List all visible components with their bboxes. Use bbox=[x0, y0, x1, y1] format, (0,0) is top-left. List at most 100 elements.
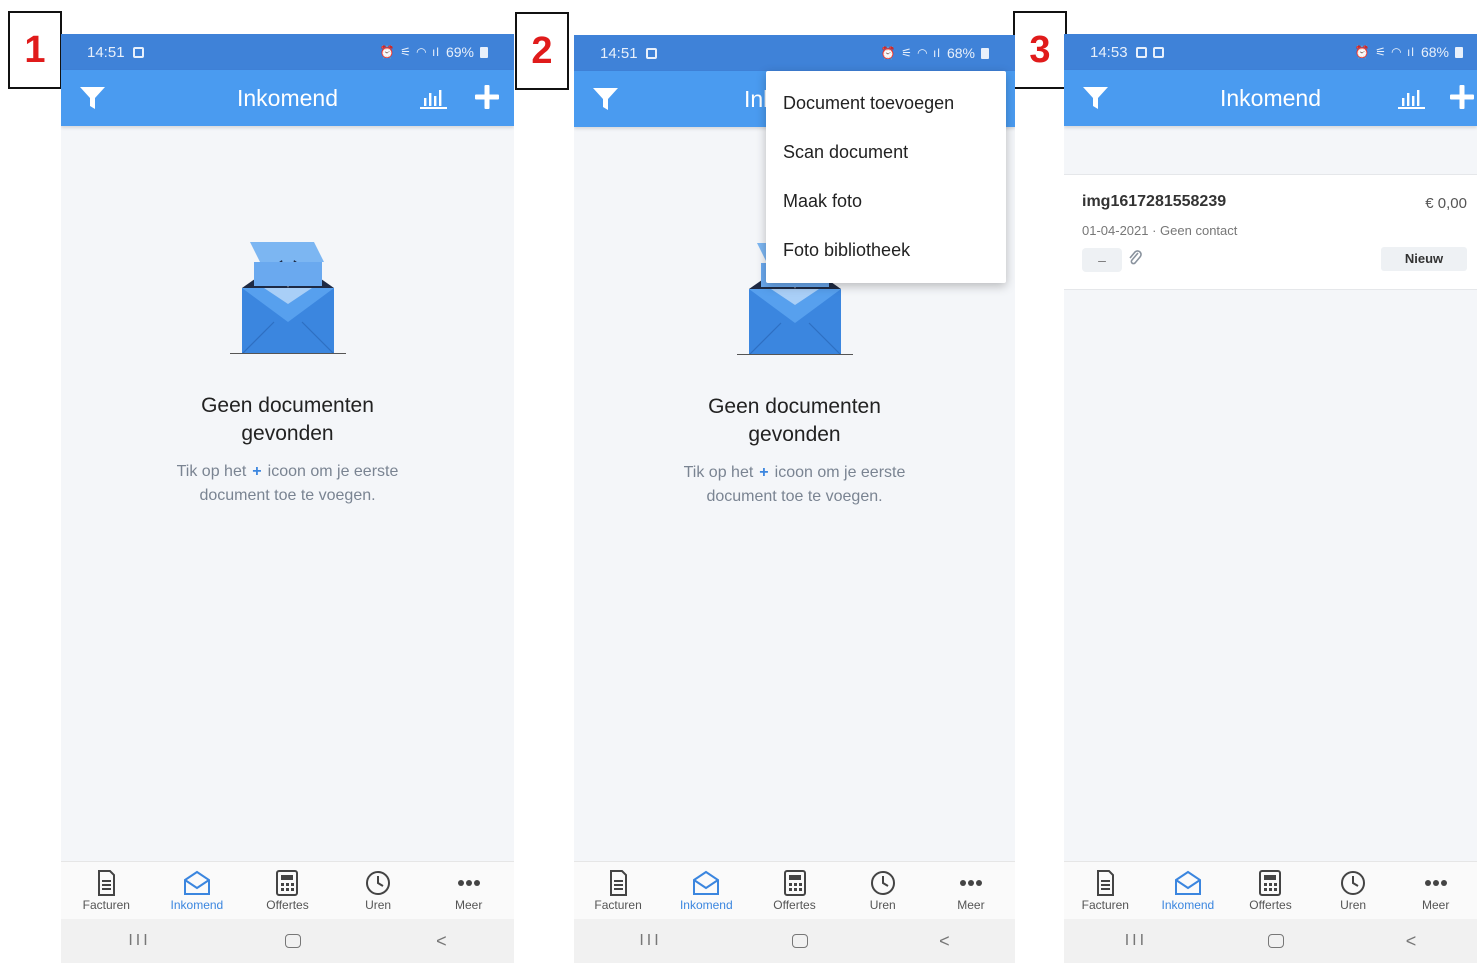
phone-screen-1: 14:51 ⏰ ⚟ ◠ ıl 69% Inkomend Geen documen… bbox=[61, 34, 514, 963]
tab-inkomend[interactable]: Inkomend bbox=[152, 862, 243, 919]
tab-label: Uren bbox=[869, 897, 896, 912]
status-badge: Nieuw bbox=[1381, 247, 1467, 271]
category-chip[interactable]: – bbox=[1082, 248, 1122, 272]
tab-uren[interactable]: Uren bbox=[839, 862, 927, 919]
app-bar: Inkomend bbox=[1064, 70, 1477, 126]
tab-facturen[interactable]: Facturen bbox=[574, 862, 662, 919]
empty-heading-line1: Geen documenten bbox=[708, 395, 881, 418]
system-icons: ⏰ ⚟ ◠ ıl bbox=[379, 45, 440, 59]
hint-line2: document toe te voegen. bbox=[706, 488, 883, 505]
status-time: 14:51 bbox=[600, 44, 638, 62]
invoice-icon bbox=[98, 869, 116, 896]
recents-button[interactable]: III bbox=[128, 932, 150, 950]
system-icons: ⏰ ⚟ ◠ ıl bbox=[880, 46, 941, 60]
step-badge-2: 2 bbox=[515, 12, 569, 90]
battery-level: 68% bbox=[946, 45, 975, 61]
back-button[interactable]: < bbox=[1406, 931, 1417, 952]
tab-meer[interactable]: Meer bbox=[1394, 862, 1477, 919]
app-bar: Inkomend bbox=[61, 70, 514, 126]
tab-label: Offertes bbox=[266, 897, 309, 912]
battery-level: 68% bbox=[1420, 44, 1449, 60]
hint-text: icoon om je eerste bbox=[267, 463, 399, 480]
tab-facturen[interactable]: Facturen bbox=[1064, 862, 1147, 919]
system-nav-bar: III < bbox=[61, 919, 514, 963]
tab-offertes[interactable]: Offertes bbox=[750, 862, 838, 919]
menu-item-document-toevoegen[interactable]: Document toevoegen bbox=[766, 79, 1006, 128]
status-time: 14:53 bbox=[1090, 43, 1128, 61]
document-list-item[interactable]: img1617281558239 € 0,00 01-04-2021 · Gee… bbox=[1064, 174, 1477, 290]
menu-item-maak-foto[interactable]: Maak foto bbox=[766, 177, 1006, 226]
phone-screen-2: 14:51 ⏰ ⚟ ◠ ıl 68% Inkomend Geen documen… bbox=[574, 35, 1015, 963]
inbox-icon bbox=[693, 870, 720, 895]
notification-icon bbox=[645, 47, 657, 59]
battery-icon bbox=[480, 46, 488, 58]
tab-uren[interactable]: Uren bbox=[333, 862, 424, 919]
paperclip-icon bbox=[1129, 250, 1142, 265]
tab-label: Offertes bbox=[773, 897, 816, 912]
system-nav-bar: III < bbox=[1064, 919, 1477, 963]
tab-inkomend[interactable]: Inkomend bbox=[1147, 862, 1230, 919]
tab-label: Facturen bbox=[82, 897, 130, 912]
battery-icon bbox=[1455, 46, 1463, 58]
calculator-icon bbox=[276, 869, 299, 896]
tab-label: Inkomend bbox=[1161, 897, 1215, 912]
tab-facturen[interactable]: Facturen bbox=[61, 862, 152, 919]
recents-button[interactable]: III bbox=[1125, 932, 1147, 950]
system-icons: ⏰ ⚟ ◠ ıl bbox=[1354, 45, 1415, 59]
chart-icon[interactable] bbox=[420, 87, 447, 109]
tab-label: Uren bbox=[1340, 897, 1367, 912]
menu-item-scan-document[interactable]: Scan document bbox=[766, 128, 1006, 177]
status-time: 14:51 bbox=[87, 43, 125, 61]
battery-level: 69% bbox=[445, 44, 474, 60]
inbox-icon bbox=[183, 870, 210, 895]
tab-meer[interactable]: Meer bbox=[927, 862, 1015, 919]
phone-screen-3: 14:53 ⏰ ⚟ ◠ ıl 68% Inkomend img161728155… bbox=[1064, 34, 1477, 963]
empty-heading-line2: gevonden bbox=[241, 422, 334, 445]
tab-uren[interactable]: Uren bbox=[1312, 862, 1395, 919]
bottom-tab-bar: Facturen Inkomend Offertes Uren Meer bbox=[1064, 861, 1477, 919]
empty-heading: Geen documenten gevonden bbox=[574, 393, 1015, 449]
more-icon bbox=[959, 879, 982, 886]
empty-state: Geen documenten gevonden Tik op het + icoo… bbox=[61, 242, 514, 508]
hint-text: Tik op het bbox=[683, 464, 754, 481]
plus-glyph: + bbox=[759, 464, 769, 481]
tab-label: Meer bbox=[957, 897, 985, 912]
tab-label: Facturen bbox=[594, 897, 642, 912]
calculator-icon bbox=[783, 869, 806, 896]
tab-label: Offertes bbox=[1249, 897, 1292, 912]
home-button[interactable] bbox=[285, 934, 302, 948]
invoice-icon bbox=[1097, 869, 1115, 896]
document-name: img1617281558239 bbox=[1082, 193, 1227, 210]
home-button[interactable] bbox=[1268, 934, 1285, 948]
chart-icon[interactable] bbox=[1398, 87, 1425, 109]
tab-meer[interactable]: Meer bbox=[423, 862, 514, 919]
tab-offertes[interactable]: Offertes bbox=[1229, 862, 1312, 919]
invoice-icon bbox=[610, 869, 628, 896]
more-icon bbox=[457, 879, 480, 886]
plus-icon[interactable] bbox=[474, 84, 500, 110]
tab-label: Inkomend bbox=[170, 897, 224, 912]
empty-heading: Geen documenten gevonden bbox=[61, 392, 514, 448]
inbox-icon bbox=[1174, 870, 1201, 895]
tab-inkomend[interactable]: Inkomend bbox=[662, 862, 750, 919]
bottom-tab-bar: Facturen Inkomend Offertes Uren Meer bbox=[574, 861, 1015, 919]
menu-item-foto-bibliotheek[interactable]: Foto bibliotheek bbox=[766, 226, 1006, 275]
status-right: ⏰ ⚟ ◠ ıl 68% bbox=[881, 35, 989, 71]
tab-label: Inkomend bbox=[679, 897, 733, 912]
tab-label: Meer bbox=[455, 897, 483, 912]
home-button[interactable] bbox=[792, 934, 809, 948]
step-badge-3: 3 bbox=[1013, 11, 1067, 89]
notification-icon bbox=[132, 46, 144, 58]
gallery-icon bbox=[1135, 46, 1147, 58]
plus-icon[interactable] bbox=[1449, 84, 1475, 110]
back-button[interactable]: < bbox=[939, 931, 950, 952]
tab-offertes[interactable]: Offertes bbox=[242, 862, 333, 919]
status-bar: 14:51 ⏰ ⚟ ◠ ıl 69% bbox=[61, 34, 514, 70]
status-bar: 14:51 ⏰ ⚟ ◠ ıl 68% bbox=[574, 35, 1015, 71]
battery-icon bbox=[981, 47, 989, 59]
recents-button[interactable]: III bbox=[639, 932, 661, 950]
empty-heading-line1: Geen documenten bbox=[201, 394, 374, 417]
back-button[interactable]: < bbox=[436, 931, 447, 952]
step-badge-1: 1 bbox=[8, 11, 62, 89]
status-right: ⏰ ⚟ ◠ ıl 68% bbox=[1355, 34, 1463, 70]
